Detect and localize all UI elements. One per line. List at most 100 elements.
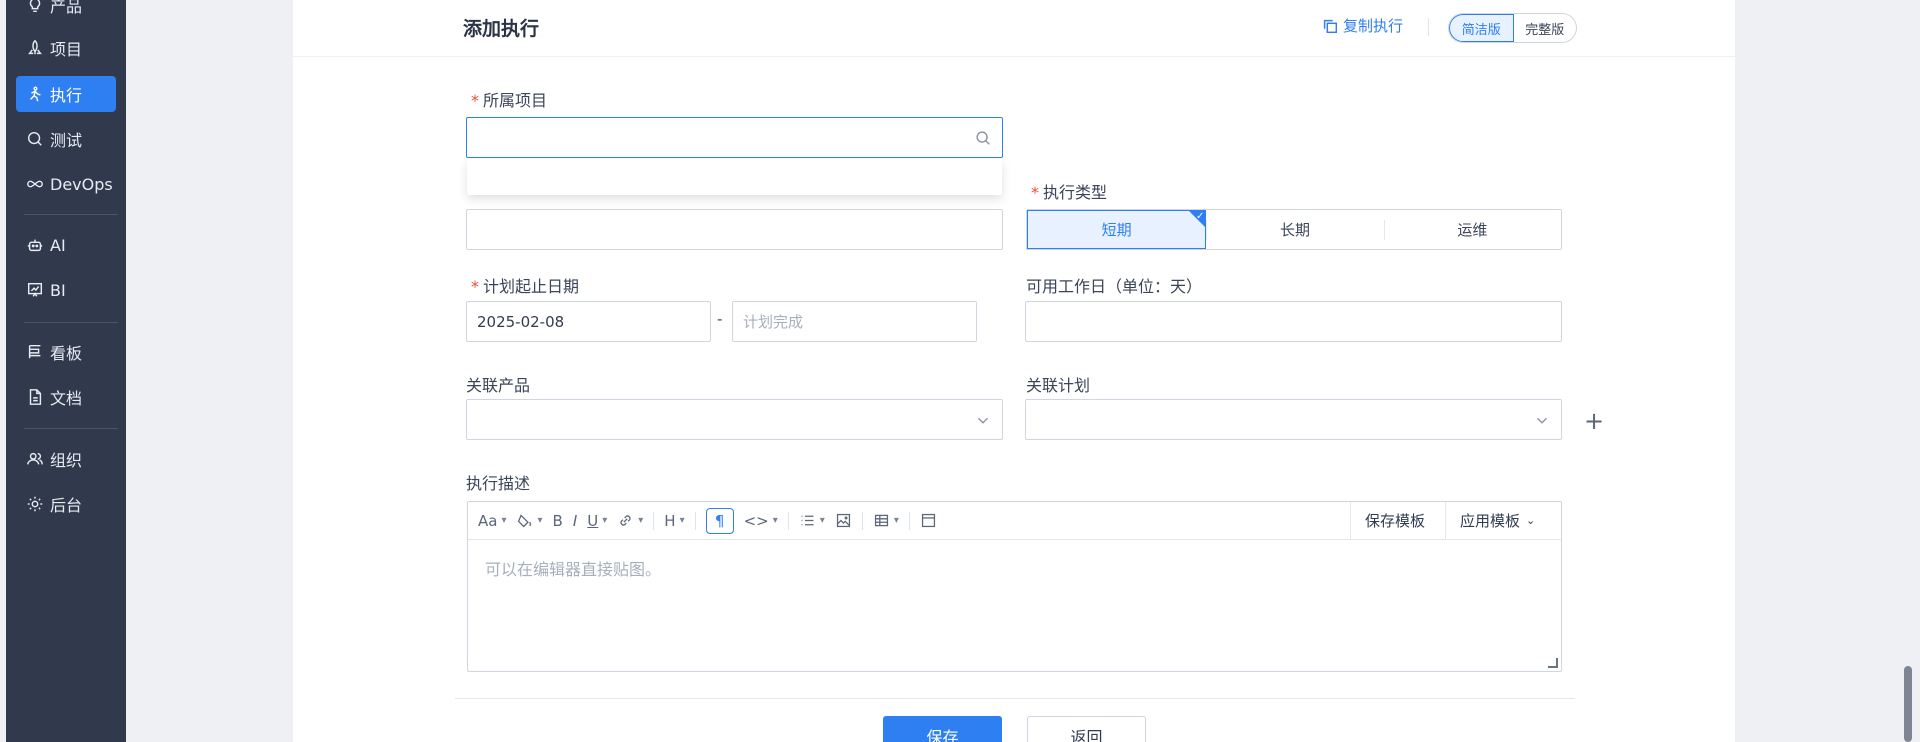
sidebar-item-admin[interactable]: 后台	[16, 486, 116, 522]
page-scrollbar[interactable]	[1902, 0, 1914, 742]
execution-type-segment: 短期 ✓ 长期 运维	[1026, 209, 1562, 250]
copy-execution-label: 复制执行	[1343, 17, 1404, 35]
font-size-button[interactable]: Aa ▾	[478, 508, 506, 534]
execution-type-label: * 执行类型	[1031, 179, 1107, 203]
sidebar-item-label: 产品	[50, 0, 83, 16]
scrollbar-thumb[interactable]	[1904, 666, 1912, 742]
sidebar-divider	[24, 214, 118, 215]
date-separator: -	[717, 310, 723, 328]
italic-button[interactable]: I	[573, 508, 577, 534]
chevron-down-icon: ▾	[501, 515, 507, 526]
sidebar-item-project[interactable]: 项目	[16, 30, 116, 66]
description-label: 执行描述	[466, 474, 531, 493]
search-icon	[974, 129, 992, 147]
sidebar-item-label: 测试	[50, 131, 83, 150]
bold-button[interactable]: B	[553, 508, 563, 534]
table-button[interactable]: ▾	[873, 508, 899, 534]
workdays-label: 可用工作日（单位：天）	[1026, 277, 1203, 296]
layout-icon	[921, 513, 935, 528]
text-color-button[interactable]: ▾	[516, 508, 543, 534]
heading-button[interactable]: H ▾	[664, 508, 684, 534]
apply-template-button[interactable]: 应用模板 ⌄	[1445, 502, 1549, 539]
sidebar: 产品 项目 执行 测试 DevOps AI BI 看板 文档 组织 后台	[6, 0, 126, 742]
copy-icon	[1323, 19, 1338, 33]
related-plan-select[interactable]	[1025, 399, 1562, 440]
type-option-short[interactable]: 短期 ✓	[1027, 210, 1207, 249]
start-date-input[interactable]: 2025-02-08	[466, 301, 711, 342]
version-simple-button[interactable]: 简洁版	[1449, 14, 1514, 42]
rocket-icon	[24, 37, 46, 59]
execution-type-label-text: 执行类型	[1043, 183, 1108, 202]
code-button[interactable]: <> ▾	[744, 508, 778, 534]
execution-name-input[interactable]	[466, 209, 1003, 250]
chevron-down-icon: ▾	[893, 515, 899, 526]
required-mark: *	[471, 277, 479, 296]
page-title: 添加执行	[463, 18, 540, 40]
end-date-placeholder: 计划完成	[743, 313, 804, 331]
plan-dates-label-text: 计划起止日期	[483, 277, 580, 296]
chevron-down-icon: ▾	[602, 515, 608, 526]
underline-button[interactable]: U ▾	[587, 508, 607, 534]
chevron-down-icon: ▾	[638, 515, 644, 526]
save-button[interactable]: 保存	[883, 716, 1002, 742]
sidebar-item-org[interactable]: 组织	[16, 441, 116, 477]
link-button[interactable]: ▾	[617, 508, 643, 534]
sidebar-item-label: 后台	[50, 496, 83, 515]
users-icon	[24, 448, 46, 470]
image-button[interactable]	[835, 508, 852, 534]
editor-toolbar: Aa ▾ ▾ B I U ▾ ▾ H ▾ ¶ <> ▾ ▾ ▾ 保存模板 应用模板 ⌄	[468, 502, 1561, 540]
editor-placeholder: 可以在编辑器直接贴图。	[485, 560, 662, 579]
layout-button[interactable]	[920, 508, 937, 534]
required-mark: *	[471, 91, 479, 110]
italic-icon: I	[572, 511, 578, 530]
sidebar-divider	[24, 322, 118, 323]
back-button[interactable]: 返回	[1027, 716, 1146, 742]
list-button[interactable]: ▾	[799, 508, 825, 534]
sidebar-item-test[interactable]: 测试	[16, 121, 116, 157]
editor-content[interactable]: 可以在编辑器直接贴图。	[468, 540, 1561, 671]
version-toggle: 简洁版 完整版	[1448, 13, 1577, 43]
paragraph-button[interactable]: ¶	[705, 507, 734, 534]
kanban-icon	[24, 341, 46, 363]
heading-icon: H	[664, 511, 676, 530]
related-product-select[interactable]	[466, 399, 1003, 440]
table-icon	[874, 514, 888, 527]
chevron-down-icon	[974, 411, 992, 429]
save-template-button[interactable]: 保存模板	[1350, 502, 1439, 539]
check-icon: ✓	[1195, 211, 1205, 222]
version-full-button[interactable]: 完整版	[1514, 14, 1577, 42]
underline-icon: U	[587, 511, 599, 530]
infinity-icon	[24, 173, 46, 195]
bold-icon: B	[552, 511, 563, 530]
sidebar-item-bi[interactable]: BI	[16, 272, 116, 308]
header-divider	[1428, 18, 1429, 36]
type-option-ops[interactable]: 运维	[1383, 210, 1561, 249]
sidebar-item-label: DevOps	[50, 174, 113, 194]
doc-icon	[24, 386, 46, 408]
add-plan-button[interactable]: +	[1584, 407, 1604, 435]
sidebar-item-label: BI	[50, 280, 66, 300]
sidebar-item-kanban[interactable]: 看板	[16, 334, 116, 370]
copy-execution-link[interactable]: 复制执行	[1321, 15, 1403, 36]
sidebar-item-ai[interactable]: AI	[16, 227, 116, 263]
sidebar-item-product[interactable]: 产品	[16, 0, 116, 23]
pilcrow-icon: ¶	[714, 511, 725, 530]
type-option-long[interactable]: 长期	[1206, 210, 1383, 249]
form-footer-divider	[455, 698, 1575, 699]
toolbar-divider	[908, 511, 910, 530]
robot-icon	[24, 234, 46, 256]
sidebar-item-devops[interactable]: DevOps	[16, 166, 116, 202]
workdays-input[interactable]	[1025, 301, 1562, 342]
end-date-input[interactable]: 计划完成	[732, 301, 977, 342]
link-icon	[620, 515, 631, 526]
project-search-input[interactable]	[466, 117, 1003, 158]
resize-handle[interactable]	[1548, 658, 1558, 668]
toolbar-divider	[694, 511, 696, 530]
project-label-text: 所属项目	[483, 91, 548, 110]
chevron-down-icon: ▾	[679, 515, 685, 526]
start-date-value: 2025-02-08	[477, 312, 565, 331]
related-plan-label: 关联计划	[1026, 376, 1091, 395]
sidebar-item-doc[interactable]: 文档	[16, 379, 116, 415]
description-editor: Aa ▾ ▾ B I U ▾ ▾ H ▾ ¶ <> ▾ ▾ ▾ 保存模板 应用模板 ⌄ 可…	[467, 501, 1562, 672]
sidebar-item-execution[interactable]: 执行	[16, 76, 116, 112]
